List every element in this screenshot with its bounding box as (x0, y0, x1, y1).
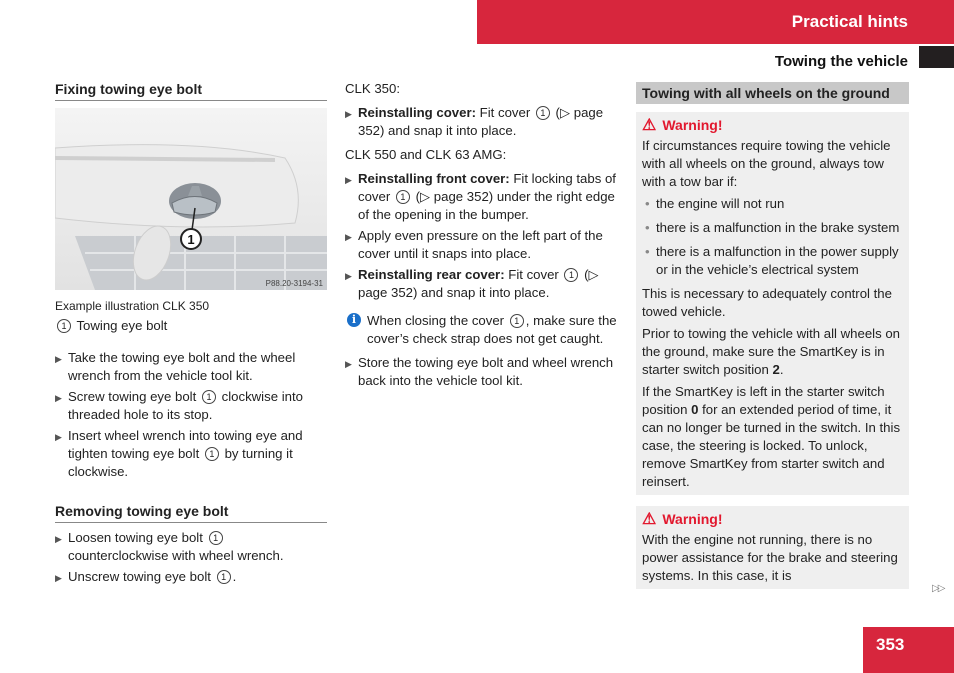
figure-callout-1: 1 (187, 232, 194, 247)
warning-paragraph: With the engine not running, there is no… (642, 532, 898, 583)
callout-number-icon: 1 (395, 190, 410, 204)
column-2: CLK 350: Reinstalling cover: Fit cover 1… (345, 80, 623, 393)
figure-caption: Example illustration CLK 350 (55, 299, 210, 313)
warning-box-1: ⚠ Warning! If circumstances require towin… (636, 112, 909, 495)
callout-number-icon: 1 (57, 319, 71, 333)
warning-box-2: ⚠ Warning! With the engine not running, t… (636, 506, 909, 589)
info-note: i When closing the cover 1, make sure th… (345, 312, 623, 348)
thumb-index-tab (919, 46, 954, 68)
condition-item: the engine will not run (642, 195, 903, 213)
step-item: Reinstalling cover: Fit cover 1 (▷ page … (345, 104, 623, 140)
step-item: Loosen towing eye bolt 1 counterclockwis… (55, 529, 327, 565)
legend-label: Towing eye bolt (76, 318, 168, 333)
bumper-illustration: 1 P88.20-3194-31 (55, 108, 327, 290)
heading-towing-all-wheels: Towing with all wheels on the ground (636, 82, 909, 104)
step-item: Reinstalling rear cover: Fit cover 1 (▷ … (345, 266, 623, 302)
callout-number-icon: 1 (216, 570, 231, 584)
callout-number-icon: 1 (564, 268, 579, 282)
step-item: Apply even pressure on the left part of … (345, 227, 623, 263)
step-item: Reinstalling front cover: Fit locking ta… (345, 170, 623, 224)
warning-intro: If circumstances require towing the vehi… (642, 138, 891, 189)
callout-number-icon: 1 (208, 531, 223, 545)
figure-legend: 1 Towing eye bolt (55, 317, 327, 335)
step-item: Screw towing eye bolt 1 clockwise into t… (55, 388, 327, 424)
condition-item: there is a malfunction in the brake syst… (642, 219, 903, 237)
model-label-clk550: CLK 550 and CLK 63 AMG: (345, 147, 507, 162)
removing-steps: Loosen towing eye bolt 1 counterclockwis… (55, 529, 327, 587)
clk550-steps: Reinstalling front cover: Fit locking ta… (345, 170, 623, 302)
callout-number-icon: 1 (204, 447, 219, 461)
info-icon: i (347, 313, 361, 327)
step-item: Insert wheel wrench into towing eye and … (55, 427, 327, 481)
store-steps: Store the towing eye bolt and wheel wren… (345, 354, 623, 390)
step-item: Take the towing eye bolt and the wheel w… (55, 349, 327, 385)
column-3: Towing with all wheels on the ground ⚠ Wa… (636, 82, 909, 589)
chapter-title: Practical hints (791, 12, 908, 31)
callout-number-icon: 1 (201, 390, 216, 404)
warning-label: Warning! (662, 511, 723, 527)
step-item: Unscrew towing eye bolt 1. (55, 568, 327, 587)
warning-paragraph: If the SmartKey is left in the starter s… (642, 384, 901, 489)
warning-label: Warning! (662, 117, 723, 133)
condition-item: there is a malfunction in the power supp… (642, 243, 903, 279)
section-title: Towing the vehicle (774, 53, 908, 70)
warning-triangle-icon: ⚠ (642, 117, 657, 134)
warning-paragraph: This is necessary to adequately control … (642, 286, 892, 319)
heading-removing-towing-eye-bolt: Removing towing eye bolt (55, 502, 327, 523)
step-item: Store the towing eye bolt and wheel wren… (345, 354, 623, 390)
figure-code: P88.20-3194-31 (266, 279, 324, 288)
fixing-steps: Take the towing eye bolt and the wheel w… (55, 349, 327, 481)
clk350-steps: Reinstalling cover: Fit cover 1 (▷ page … (345, 104, 623, 140)
column-1: Fixing towing eye bolt 1 P88.20-3194-31 … (55, 80, 327, 589)
callout-number-icon: 1 (535, 106, 550, 120)
conditions-list: the engine will not run there is a malfu… (642, 195, 903, 279)
model-label-clk350: CLK 350: (345, 81, 400, 96)
warning-triangle-icon: ⚠ (642, 511, 657, 528)
illustration-towing-eye-bolt: 1 P88.20-3194-31 (55, 108, 327, 290)
continued-arrow-icon: ▷▷ (932, 583, 945, 594)
callout-number-icon: 1 (509, 314, 524, 328)
page-number: 353 (876, 635, 905, 654)
warning-paragraph: Prior to towing the vehicle with all whe… (642, 326, 901, 377)
heading-fixing-towing-eye-bolt: Fixing towing eye bolt (55, 80, 327, 101)
